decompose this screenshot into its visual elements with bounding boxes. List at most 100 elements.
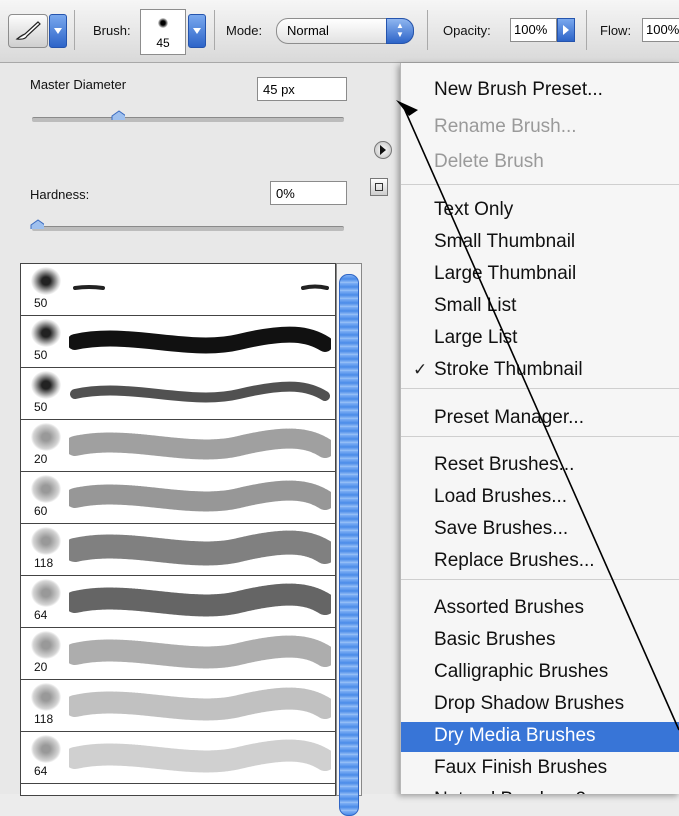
menu-item-label: Basic Brushes <box>434 629 556 650</box>
menu-separator <box>401 388 679 389</box>
brush-tip-icon <box>158 18 168 28</box>
brush-tip-icon <box>31 579 61 607</box>
tool-preset-dropdown-arrow[interactable] <box>49 14 67 48</box>
menu-item-load-brushes[interactable]: Load Brushes... <box>401 483 679 513</box>
menu-separator <box>401 436 679 437</box>
brush-tip-icon <box>31 371 61 399</box>
menu-item-text-only[interactable]: Text Only <box>401 196 679 226</box>
brush-size-label: 118 <box>34 556 54 570</box>
tool-preset-picker-button[interactable] <box>8 14 48 48</box>
brush-size-label: 50 <box>34 400 48 414</box>
hardness-slider-thumb[interactable] <box>30 219 44 229</box>
opacity-slider-arrow[interactable] <box>557 18 575 42</box>
menu-item-small-thumbnail[interactable]: Small Thumbnail <box>401 228 679 258</box>
menu-item-label: Replace Brushes... <box>434 550 595 571</box>
brush-preset-row[interactable]: 50 <box>21 316 335 368</box>
toolbar-divider <box>214 10 215 50</box>
menu-item-drop-shadow-brushes[interactable]: Drop Shadow Brushes <box>401 690 679 720</box>
brush-preset-row[interactable]: 118 <box>21 680 335 732</box>
options-toolbar: Brush: 45 Mode: Normal ▲ ▼ Opacity: 100% … <box>0 0 679 63</box>
brush-stroke-preview <box>69 530 331 566</box>
mode-select[interactable]: Normal ▲ ▼ <box>276 18 414 44</box>
menu-item-natural-brushes-2[interactable]: Natural Brushes 2 <box>401 786 679 794</box>
opacity-label: Opacity: <box>443 23 491 38</box>
menu-item-large-thumbnail[interactable]: Large Thumbnail <box>401 260 679 290</box>
menu-item-dry-media-brushes[interactable]: Dry Media Brushes <box>401 722 679 752</box>
menu-item-label: Natural Brushes 2 <box>434 789 586 794</box>
brush-stroke-preview <box>70 381 330 403</box>
master-diameter-label: Master Diameter <box>30 77 127 92</box>
brush-picker-dropdown-arrow[interactable] <box>188 14 206 48</box>
menu-item-stroke-thumbnail[interactable]: ✓ Stroke Thumbnail <box>401 356 679 386</box>
brush-preview[interactable]: 45 <box>140 9 186 55</box>
brush-size-label: 64 <box>34 608 48 622</box>
master-diameter-input[interactable]: 45 px <box>257 77 347 101</box>
menu-item-rename-brush: Rename Brush... <box>401 113 679 143</box>
menu-item-calligraphic-brushes[interactable]: Calligraphic Brushes <box>401 658 679 688</box>
brush-size-label: 118 <box>34 712 54 726</box>
brush-size-label: 20 <box>34 452 48 466</box>
brush-preset-row[interactable]: 20 <box>21 420 335 472</box>
brush-preset-row[interactable]: 60 <box>21 472 335 524</box>
brush-preset-row[interactable]: 64 <box>21 732 335 784</box>
menu-item-large-list[interactable]: Large List <box>401 324 679 354</box>
brush-stroke-preview <box>69 635 331 669</box>
brush-tip-icon <box>31 735 61 763</box>
brush-preset-row[interactable]: 50 <box>21 264 335 316</box>
menu-item-label: Small List <box>434 295 517 316</box>
checkmark-icon: ✓ <box>413 360 428 379</box>
menu-item-label: Calligraphic Brushes <box>434 661 609 682</box>
menu-item-label: Assorted Brushes <box>434 597 584 618</box>
flow-label: Flow: <box>600 23 632 38</box>
brush-tip-icon <box>31 319 61 347</box>
brush-tip-icon <box>31 631 61 659</box>
brush-preset-row[interactable]: 20 <box>21 628 335 680</box>
brush-stroke-preview <box>69 739 331 773</box>
menu-item-label: Preset Manager... <box>434 407 584 428</box>
opacity-input[interactable]: 100% <box>510 18 557 42</box>
menu-item-delete-brush: Delete Brush <box>401 148 679 178</box>
panel-menu-button[interactable] <box>374 141 392 159</box>
toolbar-divider <box>427 10 428 50</box>
flow-input[interactable]: 100% <box>642 18 679 42</box>
menu-item-reset-brushes[interactable]: Reset Brushes... <box>401 451 679 481</box>
mode-stepper-icon[interactable]: ▲ ▼ <box>386 18 414 44</box>
menu-item-faux-finish-brushes[interactable]: Faux Finish Brushes <box>401 754 679 784</box>
brush-stroke-preview <box>69 326 331 354</box>
brush-preset-list[interactable]: 50 50 50 20 60 118 64 20 118 64 <box>20 263 336 796</box>
brush-preset-row[interactable]: 118 <box>21 524 335 576</box>
brush-preset-row[interactable]: 50 <box>21 368 335 420</box>
brush-size-label: 60 <box>34 504 48 518</box>
menu-item-label: Large List <box>434 327 518 348</box>
master-diameter-slider-thumb[interactable] <box>111 110 126 120</box>
menu-item-save-brushes[interactable]: Save Brushes... <box>401 515 679 545</box>
menu-item-label: Faux Finish Brushes <box>434 757 608 778</box>
menu-item-small-list[interactable]: Small List <box>401 292 679 322</box>
brush-tip-icon <box>31 527 61 555</box>
brush-size-label: 20 <box>34 660 48 674</box>
menu-item-label: Small Thumbnail <box>434 231 576 252</box>
brush-panel-menu: New Brush Preset... Rename Brush... Delete… <box>400 63 679 794</box>
menu-item-replace-brushes[interactable]: Replace Brushes... <box>401 547 679 577</box>
hardness-input[interactable]: 0% <box>270 181 347 205</box>
menu-item-preset-manager[interactable]: Preset Manager... <box>401 404 679 434</box>
brush-stroke-preview <box>73 284 329 290</box>
menu-item-new-brush-preset[interactable]: New Brush Preset... <box>401 76 679 106</box>
menu-item-label: Rename Brush... <box>434 116 577 137</box>
brush-size-label: 64 <box>34 764 48 778</box>
menu-item-label: Load Brushes... <box>434 486 568 507</box>
brush-stroke-preview <box>69 428 331 460</box>
brush-preset-row[interactable]: 64 <box>21 576 335 628</box>
menu-item-basic-brushes[interactable]: Basic Brushes <box>401 626 679 656</box>
master-diameter-slider-track[interactable] <box>32 117 344 122</box>
hardness-slider-track[interactable] <box>32 226 344 231</box>
brush-list-scrollbar[interactable] <box>336 263 362 816</box>
brush-size-value: 45 <box>156 36 170 50</box>
scrollbar-thumb[interactable] <box>339 274 359 816</box>
menu-item-label: Dry Media Brushes <box>434 725 596 746</box>
menu-item-assorted-brushes[interactable]: Assorted Brushes <box>401 594 679 624</box>
brush-tip-icon <box>31 267 61 295</box>
menu-item-label: Large Thumbnail <box>434 263 577 284</box>
mode-label: Mode: <box>226 23 263 38</box>
create-preset-icon[interactable] <box>370 178 388 196</box>
